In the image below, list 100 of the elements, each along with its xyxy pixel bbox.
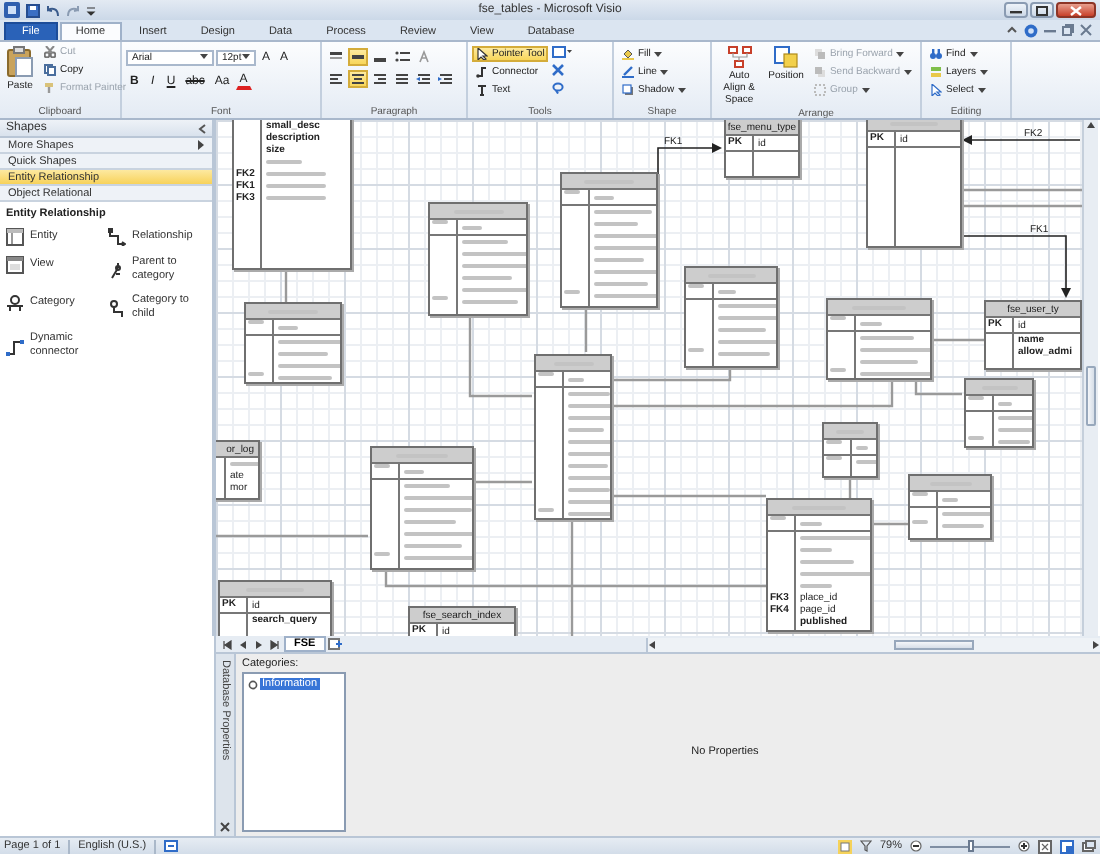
position-icon bbox=[774, 46, 799, 68]
connector-line bbox=[584, 308, 588, 352]
chevron-right-icon bbox=[198, 140, 204, 150]
connector-line bbox=[657, 143, 722, 177]
group-icon bbox=[813, 84, 826, 96]
indent-button[interactable] bbox=[436, 70, 456, 88]
align-button[interactable] bbox=[370, 70, 390, 88]
pointer-icon bbox=[476, 48, 488, 60]
restore-icon[interactable] bbox=[1062, 24, 1074, 36]
align-icon bbox=[328, 50, 344, 64]
connector-line bbox=[474, 480, 532, 484]
align-button[interactable] bbox=[392, 70, 412, 88]
connector-icon bbox=[476, 66, 488, 78]
slider-thumb[interactable] bbox=[968, 839, 974, 851]
copy-icon bbox=[44, 64, 56, 76]
pan-zoom-icon[interactable] bbox=[1060, 839, 1074, 853]
paintbrush-icon bbox=[44, 82, 56, 94]
table-icon bbox=[6, 228, 24, 246]
connector-line bbox=[872, 522, 908, 526]
connector-icon bbox=[6, 337, 24, 355]
close-icon[interactable] bbox=[1080, 24, 1092, 36]
connector-line bbox=[962, 188, 1082, 192]
filter-icon[interactable] bbox=[859, 840, 872, 852]
relationship-icon bbox=[108, 228, 126, 246]
binoculars-icon bbox=[930, 48, 942, 60]
align-button[interactable] bbox=[326, 70, 346, 88]
minimize-icon bbox=[1010, 6, 1022, 14]
minimize-icon[interactable] bbox=[1044, 24, 1056, 36]
caret-icon bbox=[861, 87, 870, 93]
bullets-icon bbox=[394, 50, 410, 64]
align-shapes-icon bbox=[727, 46, 752, 68]
connector-line bbox=[468, 316, 532, 398]
insert-page-icon[interactable] bbox=[327, 638, 342, 650]
align-icon bbox=[350, 72, 366, 86]
close-button[interactable] bbox=[1056, 2, 1096, 18]
caret-icon bbox=[654, 51, 663, 57]
category-icon bbox=[6, 294, 24, 312]
caret-icon bbox=[896, 51, 905, 57]
align-icon bbox=[372, 72, 388, 86]
arrow-up-icon bbox=[1086, 120, 1096, 130]
macro-icon[interactable] bbox=[164, 840, 179, 852]
indent-icon bbox=[416, 72, 432, 86]
arrow-right-icon bbox=[1092, 639, 1100, 649]
bullets-button[interactable] bbox=[392, 48, 412, 66]
paint-bucket-icon bbox=[622, 48, 634, 60]
connector-line bbox=[963, 235, 1071, 298]
caret-icon bbox=[242, 54, 250, 60]
minimize-button[interactable] bbox=[1004, 2, 1028, 18]
connector-line bbox=[962, 204, 1082, 208]
close-icon[interactable] bbox=[552, 64, 565, 76]
lasso-icon[interactable] bbox=[552, 82, 565, 94]
indent-button[interactable] bbox=[414, 70, 434, 88]
help-icon[interactable] bbox=[1024, 23, 1038, 37]
collapse-ribbon-icon[interactable] bbox=[1006, 24, 1018, 36]
connector-line bbox=[914, 380, 962, 396]
caret-icon bbox=[969, 51, 978, 57]
maximize-icon bbox=[1036, 5, 1048, 15]
caret-icon bbox=[977, 87, 986, 93]
align-icon bbox=[394, 72, 410, 86]
caret-icon bbox=[678, 87, 687, 93]
scroll-thumb[interactable] bbox=[894, 639, 974, 649]
rectangle-icon[interactable] bbox=[552, 46, 573, 58]
fit-page-icon[interactable] bbox=[1038, 839, 1052, 853]
text-direction-icon bbox=[416, 50, 432, 64]
align-button[interactable] bbox=[348, 48, 368, 66]
horizontal-scrollbar[interactable] bbox=[646, 637, 1100, 651]
page-nav-icon[interactable] bbox=[222, 639, 232, 649]
pointer-icon bbox=[930, 84, 942, 96]
caret-icon bbox=[980, 69, 989, 75]
view-icon bbox=[6, 256, 24, 274]
caret-icon bbox=[200, 54, 208, 60]
align-button[interactable] bbox=[348, 70, 368, 88]
vertical-scrollbar[interactable] bbox=[1082, 120, 1098, 636]
caret-icon bbox=[660, 69, 669, 75]
maximize-button[interactable] bbox=[1030, 2, 1054, 18]
close-icon[interactable] bbox=[220, 822, 230, 832]
parent-category-icon bbox=[108, 261, 126, 279]
dropdown-icon[interactable] bbox=[86, 3, 96, 17]
page-nav-icon[interactable] bbox=[270, 639, 280, 649]
save-icon[interactable] bbox=[26, 3, 40, 17]
clipboard-icon bbox=[6, 46, 34, 78]
switch-windows-icon[interactable] bbox=[1082, 839, 1096, 853]
child-category-icon bbox=[108, 299, 126, 317]
collapse-icon[interactable] bbox=[198, 123, 206, 133]
connector-line bbox=[962, 135, 1081, 145]
pen-line-icon bbox=[622, 66, 634, 78]
zoom-in-icon[interactable] bbox=[1018, 840, 1030, 852]
arrow-left-icon bbox=[648, 639, 656, 649]
app-icon[interactable] bbox=[4, 2, 20, 18]
close-icon bbox=[1070, 5, 1082, 15]
connector-line bbox=[284, 268, 288, 302]
scissors-icon bbox=[44, 46, 56, 58]
undo-icon[interactable] bbox=[46, 3, 60, 17]
indent-icon bbox=[438, 72, 454, 86]
align-icon bbox=[328, 72, 344, 86]
shadow-icon bbox=[622, 84, 634, 96]
text-tool-icon bbox=[476, 84, 488, 96]
caret-icon bbox=[904, 69, 912, 75]
zoom-out-icon[interactable] bbox=[910, 840, 922, 852]
scroll-thumb[interactable] bbox=[1086, 366, 1096, 426]
